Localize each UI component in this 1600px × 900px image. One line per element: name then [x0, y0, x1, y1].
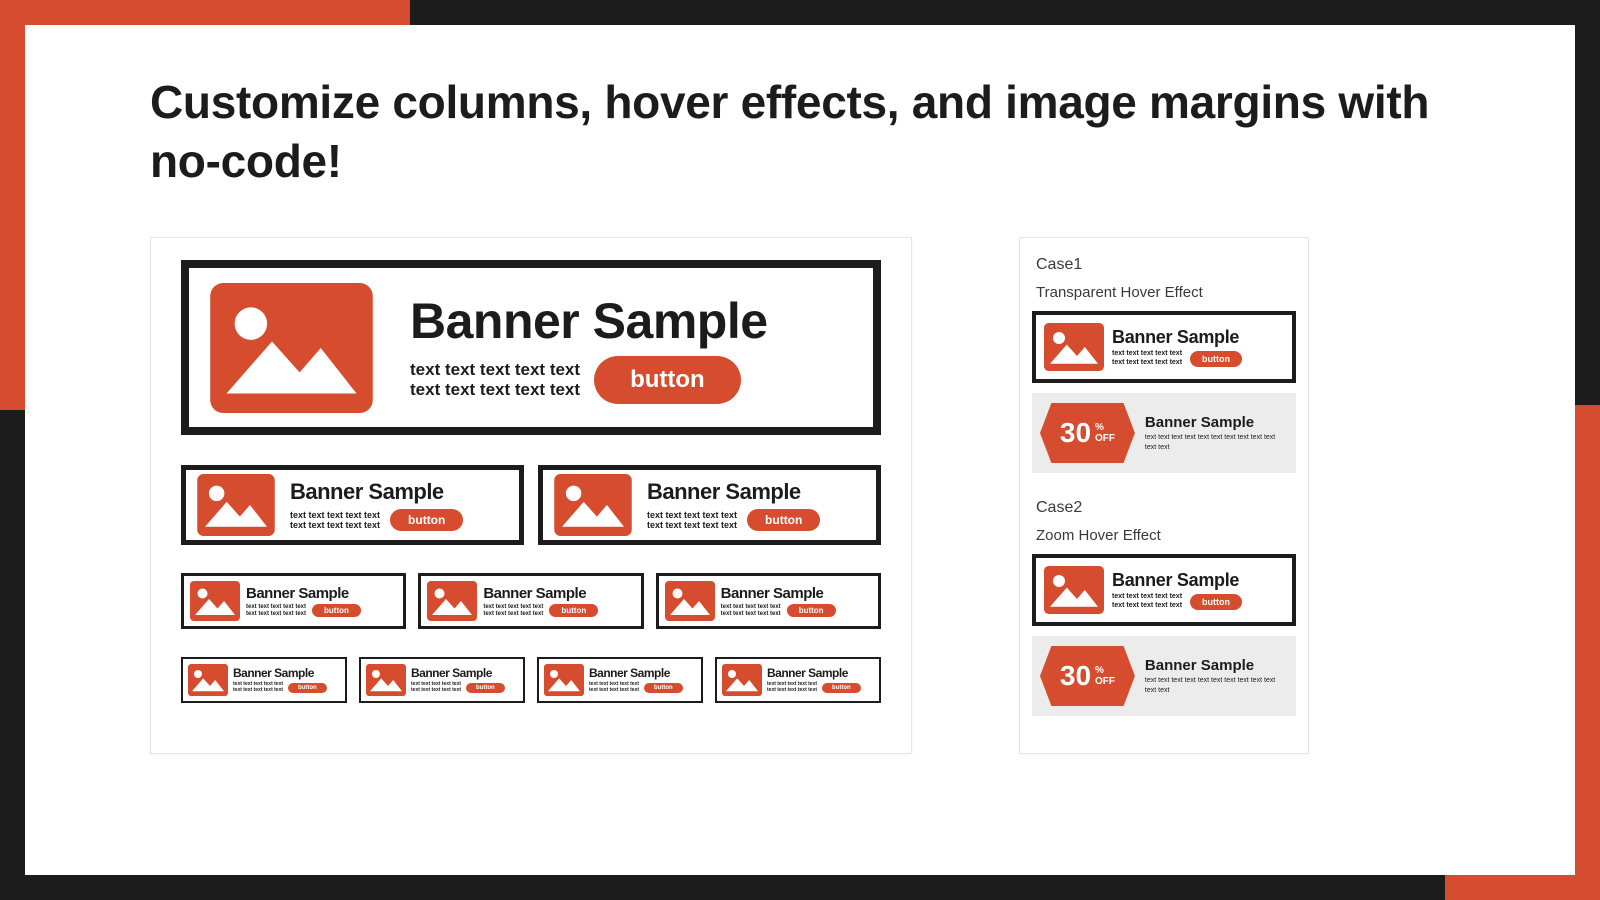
discount-off: OFF: [1095, 676, 1115, 687]
banner-text: text text text text text text text text …: [290, 510, 380, 531]
case1-banner[interactable]: Banner Sample text text text text text t…: [1032, 311, 1296, 383]
banner-content: Banner Sample text text text text text t…: [1112, 327, 1242, 366]
frame-accent: [1575, 405, 1600, 900]
gallery-row-1: Banner Sample text text text text text t…: [181, 260, 881, 435]
promo-title: Banner Sample: [1145, 657, 1288, 674]
image-placeholder-icon: [196, 474, 276, 536]
banner-gallery: Banner Sample text text text text text t…: [150, 237, 912, 754]
image-placeholder-icon: [188, 664, 228, 696]
banner-title: Banner Sample: [647, 479, 866, 505]
banner-title: Banner Sample: [246, 585, 397, 602]
promo-title: Banner Sample: [1145, 414, 1288, 431]
banner-button[interactable]: button: [466, 683, 505, 693]
banner-title: Banner Sample: [290, 479, 509, 505]
banner-medium[interactable]: Banner Sample text text text text text te…: [181, 465, 524, 545]
discount-badge: 30 %OFF: [1040, 403, 1135, 463]
banner-xs[interactable]: Banner Sample text text text text text te…: [537, 657, 703, 703]
case2-subtitle: Zoom Hover Effect: [1036, 527, 1292, 544]
case2-banner[interactable]: Banner Sample text text text text text t…: [1032, 554, 1296, 626]
banner-small[interactable]: Banner Sample text text text text text te…: [181, 573, 406, 629]
hover-cases-panel: Case1 Transparent Hover Effect Banner Sa…: [1019, 237, 1309, 754]
banner-text: text text text text text text text text …: [1112, 593, 1182, 609]
banner-button[interactable]: button: [390, 509, 463, 531]
frame-accent: [0, 0, 25, 410]
banner-title: Banner Sample: [767, 666, 874, 680]
promo-content: Banner Sample text text text text text t…: [1145, 414, 1288, 451]
banner-content: Banner Sample text text text text text t…: [1112, 570, 1242, 609]
banner-small[interactable]: Banner Sample text text text text text te…: [656, 573, 881, 629]
banner-button[interactable]: button: [288, 683, 327, 693]
banner-button[interactable]: button: [822, 683, 861, 693]
discount-num: 30: [1060, 660, 1091, 692]
banner-text: text text text text text text text text …: [483, 604, 543, 618]
banner-text: text text text text text text text text …: [589, 682, 639, 694]
image-placeholder-icon: [553, 474, 633, 536]
banner-text: text text text text text text text text …: [410, 360, 580, 399]
banner-small[interactable]: Banner Sample text text text text text te…: [418, 573, 643, 629]
banner-title: Banner Sample: [589, 666, 696, 680]
promo-text: text text text text text text text text …: [1145, 676, 1288, 694]
banner-button[interactable]: button: [594, 356, 741, 404]
banner-button[interactable]: button: [1190, 351, 1242, 367]
banner-content: Banner Sample text text text text text t…: [410, 292, 853, 404]
page: Customize columns, hover effects, and im…: [25, 25, 1575, 875]
banner-xs[interactable]: Banner Sample text text text text text te…: [359, 657, 525, 703]
case1-label: Case1: [1036, 256, 1292, 274]
banner-text: text text text text text text text text …: [721, 604, 781, 618]
promo-content: Banner Sample text text text text text t…: [1145, 657, 1288, 694]
discount-off: OFF: [1095, 433, 1115, 444]
banner-xs[interactable]: Banner Sample text text text text text te…: [715, 657, 881, 703]
banner-xs[interactable]: Banner Sample text text text text text te…: [181, 657, 347, 703]
image-placeholder-icon: [190, 581, 240, 621]
case2-label: Case2: [1036, 499, 1292, 517]
case2-promo[interactable]: 30 %OFF Banner Sample text text text tex…: [1032, 636, 1296, 716]
banner-title: Banner Sample: [411, 666, 518, 680]
banner-title: Banner Sample: [483, 585, 634, 602]
banner-button[interactable]: button: [312, 604, 361, 617]
gallery-row-2: Banner Sample text text text text text te…: [181, 465, 881, 545]
image-placeholder-icon: [366, 664, 406, 696]
discount-pct: %: [1095, 422, 1104, 433]
discount-num: 30: [1060, 417, 1091, 449]
image-placeholder-icon: [722, 664, 762, 696]
discount-pct: %: [1095, 665, 1104, 676]
case1-promo[interactable]: 30 %OFF Banner Sample text text text tex…: [1032, 393, 1296, 473]
image-placeholder-icon: [544, 664, 584, 696]
image-placeholder-icon: [427, 581, 477, 621]
banner-text: text text text text text text text text …: [647, 510, 737, 531]
image-placeholder-icon: [209, 283, 374, 413]
banner-button[interactable]: button: [549, 604, 598, 617]
image-placeholder-icon: [665, 581, 715, 621]
page-title: Customize columns, hover effects, and im…: [150, 73, 1450, 191]
banner-title: Banner Sample: [721, 585, 872, 602]
banner-large[interactable]: Banner Sample text text text text text t…: [181, 260, 881, 435]
banner-title: Banner Sample: [1112, 570, 1242, 591]
gallery-row-3: Banner Sample text text text text text te…: [181, 573, 881, 629]
frame-accent: [0, 0, 410, 25]
discount-badge: 30 %OFF: [1040, 646, 1135, 706]
banner-medium[interactable]: Banner Sample text text text text text te…: [538, 465, 881, 545]
banner-title: Banner Sample: [410, 292, 853, 350]
banner-button[interactable]: button: [747, 509, 820, 531]
case1-subtitle: Transparent Hover Effect: [1036, 284, 1292, 301]
banner-text: text text text text text text text text …: [246, 604, 306, 618]
banner-button[interactable]: button: [644, 683, 683, 693]
gallery-row-4: Banner Sample text text text text text te…: [181, 657, 881, 703]
banner-text: text text text text text text text text …: [411, 682, 461, 694]
banner-button[interactable]: button: [1190, 594, 1242, 610]
banner-text: text text text text text text text text …: [1112, 350, 1182, 366]
banner-title: Banner Sample: [233, 666, 340, 680]
image-placeholder-icon: [1044, 566, 1104, 614]
banner-title: Banner Sample: [1112, 327, 1242, 348]
image-placeholder-icon: [1044, 323, 1104, 371]
banner-button[interactable]: button: [787, 604, 836, 617]
promo-text: text text text text text text text text …: [1145, 433, 1288, 451]
banner-text: text text text text text text text text …: [767, 682, 817, 694]
banner-text: text text text text text text text text …: [233, 682, 283, 694]
